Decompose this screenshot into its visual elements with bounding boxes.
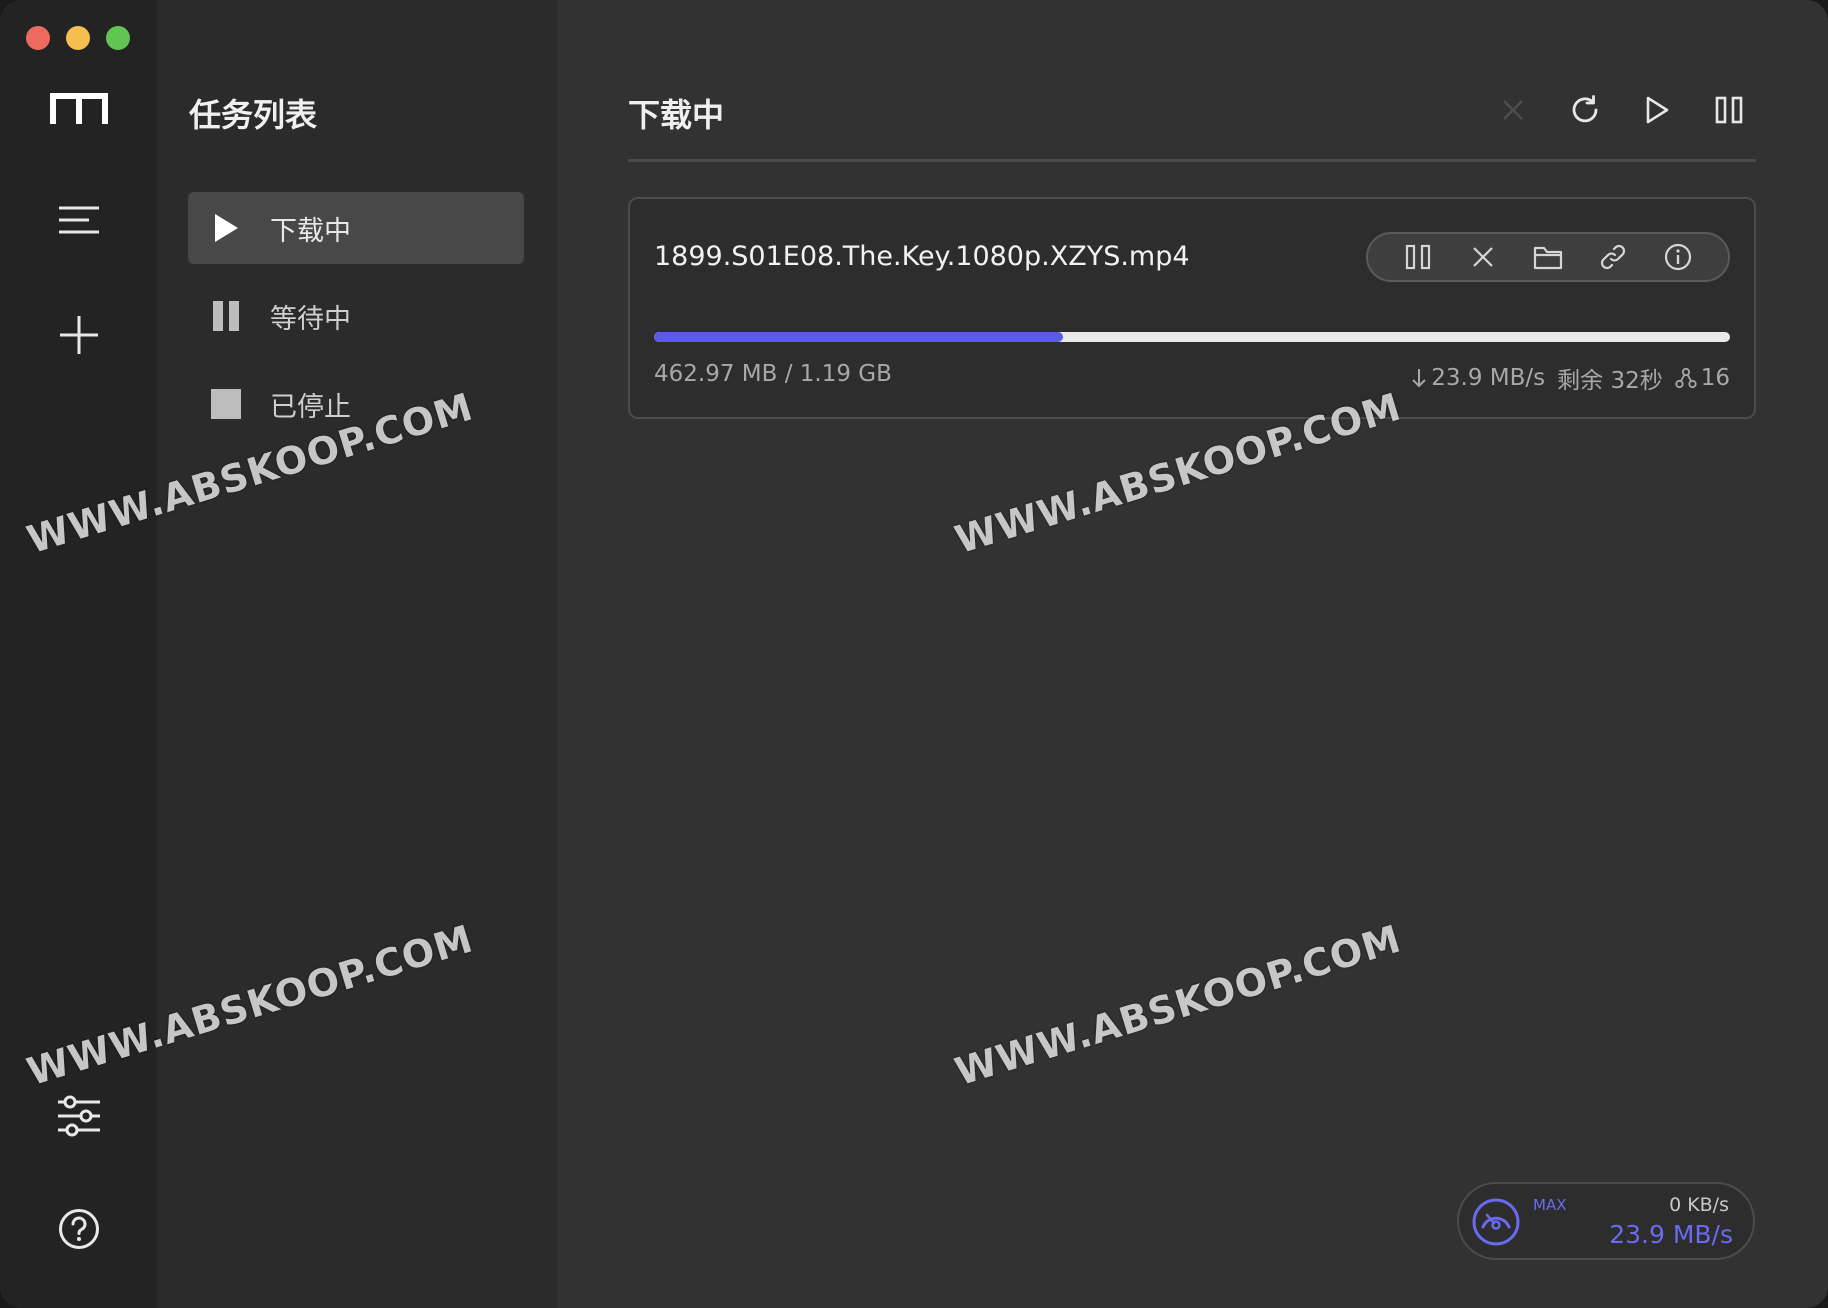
- task-copy-link-button[interactable]: [1595, 239, 1631, 275]
- nav-item-downloading[interactable]: 下载中: [188, 192, 524, 264]
- pause-icon: [210, 300, 242, 332]
- delete-icon: [1473, 247, 1493, 267]
- task-speed: 23.9 MB/s: [1411, 365, 1545, 391]
- nav-item-label: 已停止: [270, 391, 351, 423]
- close-icon: [1501, 98, 1525, 126]
- task-item[interactable]: 1899.S01E08.The.Key.1080p.XZYS.mp4 462.9…: [628, 197, 1756, 419]
- nav-item-label: 等待中: [270, 303, 351, 335]
- link-icon: [1600, 244, 1625, 270]
- task-size-text: 462.97 MB / 1.19 GB: [654, 361, 892, 387]
- nav-item-stopped[interactable]: 已停止: [188, 368, 524, 440]
- window-minimize-button[interactable]: [66, 26, 90, 50]
- app-logo-icon: [49, 92, 108, 126]
- add-icon[interactable]: [59, 316, 98, 354]
- refresh-icon: [1569, 94, 1601, 130]
- arrow-down-icon: [1412, 369, 1426, 388]
- play-icon: [210, 212, 242, 244]
- task-progress-fill: [654, 332, 1063, 342]
- folder-icon: [1533, 246, 1563, 270]
- task-action-bar: [1366, 232, 1730, 282]
- pause-icon: [1406, 244, 1431, 270]
- speed-max-label: MAX: [1533, 1196, 1567, 1214]
- toolbar-pause-button[interactable]: [1709, 92, 1749, 132]
- toolbar-resume-button[interactable]: [1637, 92, 1677, 132]
- task-connections-text: 16: [1700, 365, 1730, 391]
- page-title: 下载中: [628, 96, 725, 134]
- task-speed-text: 23.9 MB/s: [1431, 365, 1546, 391]
- window-zoom-button[interactable]: [106, 26, 130, 50]
- main-panel: 下载中 1899.S01E08.The.Key.1080p.XZYS.mp4 4…: [557, 0, 1828, 1308]
- task-progress-bar: [654, 332, 1730, 342]
- task-info-button[interactable]: [1660, 239, 1696, 275]
- menu-icon[interactable]: [58, 205, 99, 235]
- task-connections: 16: [1675, 365, 1730, 391]
- speedometer-icon: [1472, 1198, 1520, 1246]
- upload-speed-text: 0 KB/s: [1669, 1194, 1729, 1216]
- left-rail: [0, 0, 157, 1308]
- info-icon: [1664, 243, 1691, 271]
- app-window: 任务列表 下载中 等待中 已停止 下载中 1899.S01E08.The.Key…: [0, 0, 1828, 1308]
- toolbar-delete-button[interactable]: [1493, 92, 1533, 132]
- window-close-button[interactable]: [26, 26, 50, 50]
- title-divider: [628, 159, 1756, 162]
- download-speed-text: 23.9 MB/s: [1609, 1220, 1733, 1249]
- task-list-title: 任务列表: [189, 96, 318, 134]
- toolbar-refresh-button[interactable]: [1565, 92, 1605, 132]
- nav-item-label: 下载中: [270, 215, 351, 247]
- task-pause-button[interactable]: [1400, 239, 1436, 275]
- pause-icon: [1715, 96, 1743, 128]
- task-file-name: 1899.S01E08.The.Key.1080p.XZYS.mp4: [654, 241, 1190, 272]
- task-open-folder-button[interactable]: [1530, 239, 1566, 275]
- play-icon: [1645, 96, 1669, 128]
- help-icon[interactable]: [58, 1208, 100, 1250]
- task-list-panel: 任务列表 下载中 等待中 已停止: [157, 0, 557, 1308]
- speed-limit-widget[interactable]: MAX 0 KB/s 23.9 MB/s: [1457, 1182, 1755, 1260]
- task-delete-button[interactable]: [1465, 239, 1501, 275]
- task-remaining-text: 剩余 32秒: [1557, 368, 1663, 394]
- nav-item-waiting[interactable]: 等待中: [188, 280, 524, 352]
- connections-icon: [1675, 367, 1697, 389]
- task-stats: 23.9 MB/s 剩余 32秒 16: [1411, 361, 1730, 395]
- settings-sliders-icon[interactable]: [57, 1095, 100, 1137]
- stop-icon: [210, 388, 242, 420]
